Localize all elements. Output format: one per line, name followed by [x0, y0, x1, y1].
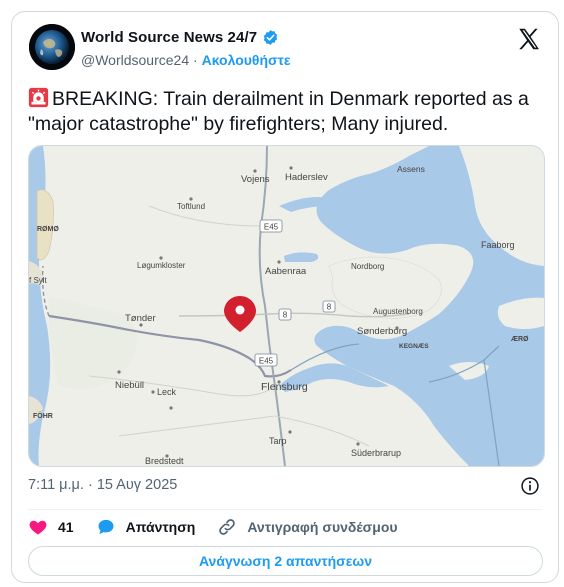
reply-button[interactable]: Απάντηση [96, 517, 196, 537]
map-label-romo: RØMØ [37, 226, 59, 233]
post-card: World Source News 24/7 @Worldsource24 · … [11, 11, 559, 583]
map-label-haderslev: Haderslev [285, 172, 328, 183]
read-replies-button[interactable]: Ανάγνωση 2 απαντήσεων [28, 546, 543, 576]
map-label-aabenraa: Aabenraa [265, 266, 307, 277]
tweet-body: BREAKING: Train derailment in Denmark re… [28, 88, 529, 135]
author-name-row: World Source News 24/7 [81, 29, 279, 46]
map-label-toftlund: Toftlund [177, 202, 205, 211]
like-count: 41 [58, 519, 74, 535]
tweet-text: BREAKING: Train derailment in Denmark re… [28, 87, 543, 137]
map-label-tarp: Tarp [269, 436, 287, 446]
map-label-assens: Assens [397, 164, 425, 174]
map-label-tonder: Tønder [125, 313, 156, 324]
svg-text:E45: E45 [259, 357, 274, 366]
copy-link-button[interactable]: Αντιγραφή συνδέσμου [217, 517, 398, 537]
globe-avatar-icon [29, 24, 75, 70]
map-label-sonderborg: Sønderborg [357, 326, 407, 337]
map-svg: E45 E45 8 8 Vojens Haderslev Assens Toft… [29, 146, 544, 466]
map-label-aero: ÆRØ [511, 336, 529, 343]
x-logo-icon[interactable] [516, 26, 542, 52]
copy-link-label: Αντιγραφή συνδέσμου [247, 519, 398, 535]
map-label-flensburg: Flensburg [261, 381, 308, 393]
road-shield-8-west: 8 [278, 308, 292, 321]
author-name[interactable]: World Source News 24/7 [81, 29, 257, 46]
map-label-fohr: FÖHR [33, 411, 53, 420]
map-label-suderbrarup: Süderbrarup [351, 448, 401, 458]
follow-button[interactable]: Ακολουθήστε [202, 52, 291, 68]
map-label-augustenborg: Augustenborg [373, 307, 423, 316]
road-shield-e45-south: E45 [254, 353, 278, 367]
svg-text:E45: E45 [264, 223, 279, 232]
author-handle[interactable]: @Worldsource24 [81, 52, 189, 68]
action-bar: 41 Απάντηση Αντιγραφή συνδέσμου [28, 516, 420, 538]
reply-label: Απάντηση [125, 519, 196, 535]
info-icon[interactable] [520, 476, 540, 496]
verified-badge-icon [263, 30, 278, 45]
svg-text:8: 8 [283, 311, 288, 320]
map-label-nordborg: Nordborg [351, 262, 384, 271]
map-image[interactable]: E45 E45 8 8 Vojens Haderslev Assens Toft… [28, 145, 545, 467]
map-label-sylt: f Sylt [29, 276, 48, 285]
post-timestamp[interactable]: 7:11 μ.μ. · 15 Αυγ 2025 [28, 477, 177, 493]
siren-emoji-icon [28, 87, 49, 108]
map-label-leck: Leck [157, 387, 177, 397]
road-shield-8-east: 8 [322, 300, 336, 313]
reply-bubble-icon [98, 519, 114, 535]
map-label-kegnaes: KEGNÆS [399, 343, 429, 350]
author-avatar[interactable] [29, 24, 75, 70]
handle-separator: · [193, 52, 198, 68]
map-label-bredstedt: Bredstedt [145, 456, 184, 466]
road-shield-e45-north: E45 [259, 219, 283, 233]
link-icon [219, 519, 236, 535]
map-label-vojens: Vojens [241, 174, 270, 185]
svg-text:8: 8 [327, 303, 332, 312]
map-label-logumkloster: Løgumkloster [137, 261, 186, 270]
map-label-niebull: Niebüll [115, 380, 144, 391]
heart-icon [29, 520, 47, 535]
handle-row: @Worldsource24 · Ακολουθήστε [81, 52, 291, 68]
divider [28, 509, 542, 510]
like-button[interactable]: 41 [28, 517, 74, 537]
map-label-faaborg: Faaborg [481, 240, 515, 250]
